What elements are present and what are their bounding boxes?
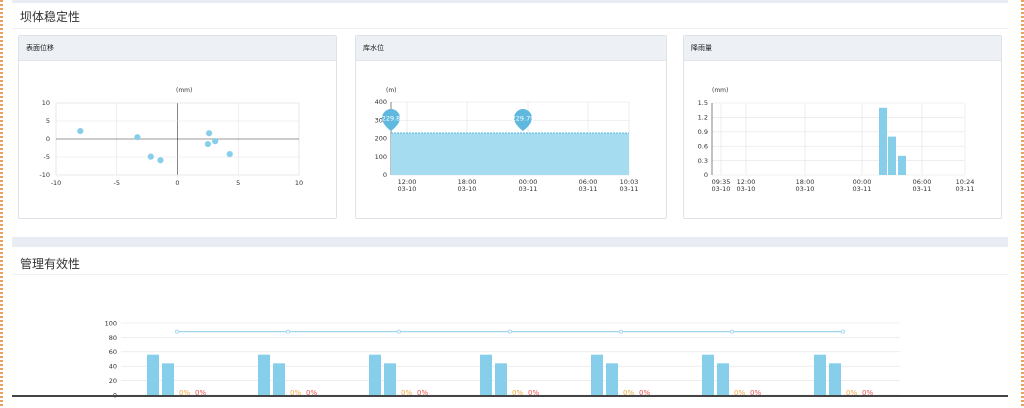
water-marker-label: 229.8: [382, 115, 401, 123]
mgmt-line-point[interactable]: [174, 329, 179, 334]
disp-point[interactable]: [226, 151, 233, 158]
management-chart: 100806040200 0%0%0%0%0%0%0%0%0%0%0%0%0%0…: [105, 319, 900, 399]
disp-point[interactable]: [205, 130, 213, 137]
mgmt-bar-series1[interactable]: [147, 354, 159, 395]
card-rainfall: 降雨量 (mm) 1.5 1.2 0.9 0.6 0.3 0 09:35 03-10 12:0…: [683, 35, 1002, 219]
mgmt-bar-series1[interactable]: [258, 354, 270, 395]
mgmt-ytick-label: 20: [109, 377, 117, 385]
mgmt-bar-series2[interactable]: [273, 363, 285, 395]
disp-point[interactable]: [134, 134, 141, 141]
disp-xtick-label: -5: [114, 179, 120, 187]
section-band-2: [12, 237, 1008, 247]
mgmt-line-point[interactable]: [841, 329, 846, 334]
water-ytick-label: 0: [383, 171, 387, 179]
water-ytick-label: 400: [375, 98, 387, 106]
rainfall-chart: (mm) 1.51.20.90.60.30 09:3503-1012:0003-…: [698, 87, 975, 193]
mgmt-bar-series2[interactable]: [162, 363, 174, 395]
card-title-rain: 降雨量: [684, 36, 1001, 61]
disp-point[interactable]: [157, 157, 164, 164]
water-xtick-date: 03-11: [519, 185, 538, 193]
displacement-chart: (mm) 10 5 0 -5 -10 -10 -5 0 5 10: [39, 87, 303, 187]
mgmt-bar-series2[interactable]: [717, 363, 729, 395]
card-title-water: 库水位: [356, 36, 666, 61]
section-title-management: 管理有效性: [20, 257, 81, 271]
disp-xtick-label: 10: [295, 179, 303, 187]
disp-ytick-label: 0: [46, 135, 50, 143]
rain-bar[interactable]: [888, 136, 896, 175]
disp-xtick-label: 0: [175, 179, 179, 187]
rain-xtick-date: 03-10: [796, 185, 815, 193]
mgmt-line-point[interactable]: [285, 329, 290, 334]
disp-point[interactable]: [147, 153, 154, 160]
water-unit: (m): [386, 87, 397, 94]
rain-xtick-date: 03-10: [737, 185, 756, 193]
water-level-chart: (m) 4003002001000 12:0003-1018:0003-1000…: [375, 87, 639, 193]
mgmt-ytick-label: 60: [109, 348, 117, 356]
mgmt-line-point[interactable]: [619, 329, 624, 334]
disp-ytick-label: 10: [42, 99, 50, 107]
rain-xtick-date: 03-11: [956, 185, 975, 193]
disp-point[interactable]: [204, 140, 211, 148]
displacement-unit: (mm): [176, 87, 192, 94]
water-xtick-date: 03-10: [458, 185, 477, 193]
mgmt-line-point[interactable]: [730, 329, 735, 334]
water-ytick-label: 100: [375, 153, 387, 161]
mgmt-bar-series1[interactable]: [369, 354, 381, 395]
card-surface-displacement: 表面位移 (mm) 10 5 0 -5 -10 -10 -5 0 5 10: [18, 35, 337, 219]
disp-point[interactable]: [77, 127, 84, 135]
disp-ytick-label: 5: [46, 117, 50, 125]
mgmt-bar-series2[interactable]: [495, 363, 507, 395]
bottom-baseline: [12, 395, 1008, 397]
rain-ytick-label: 0.6: [698, 142, 708, 150]
mgmt-bar-series1[interactable]: [480, 354, 492, 395]
water-area-fill: [391, 133, 629, 175]
mgmt-ytick-label: 80: [109, 334, 117, 342]
section-divider: [12, 28, 1008, 29]
mgmt-bar-series1[interactable]: [591, 354, 603, 395]
water-xtick-date: 03-10: [398, 185, 417, 193]
card-title-displacement: 表面位移: [19, 36, 336, 61]
rain-ytick-label: 1.2: [698, 114, 708, 122]
disp-point[interactable]: [212, 138, 219, 145]
rain-bar[interactable]: [898, 155, 906, 175]
water-xtick-date: 03-11: [579, 185, 598, 193]
rain-ytick-label: 0.9: [698, 128, 708, 136]
mgmt-bar-series2[interactable]: [384, 363, 396, 395]
rain-xtick-date: 03-11: [853, 185, 872, 193]
rain-ytick-label: 1.5: [698, 99, 708, 107]
rain-ytick-label: 0.3: [698, 157, 708, 165]
section-title-stability: 坝体稳定性: [20, 10, 81, 24]
section-top-band: [12, 0, 1008, 3]
mgmt-line-point[interactable]: [396, 329, 401, 334]
rain-xtick-date: 03-11: [913, 185, 932, 193]
mgmt-bar-series1[interactable]: [814, 354, 826, 395]
rain-ytick-label: 0: [704, 171, 708, 179]
rain-unit: (mm): [712, 87, 728, 94]
rain-bar[interactable]: [879, 107, 887, 175]
mgmt-bar-series1[interactable]: [702, 354, 714, 395]
mgmt-ytick-label: 100: [105, 319, 117, 327]
mgmt-bar-series2[interactable]: [606, 363, 618, 395]
water-ytick-label: 200: [375, 135, 387, 143]
section-divider-2: [12, 274, 1008, 275]
disp-xtick-label: -10: [51, 179, 62, 187]
mgmt-ytick-label: 40: [109, 363, 117, 371]
mgmt-bar-series2[interactable]: [829, 363, 841, 395]
disp-ytick-label: -10: [39, 171, 50, 179]
disp-xtick-label: 5: [236, 179, 240, 187]
rain-xtick-date: 03-10: [712, 185, 731, 193]
water-xtick-date: 03-11: [620, 185, 639, 193]
water-marker-label: 229.79: [512, 115, 535, 123]
disp-ytick-label: -5: [44, 153, 50, 161]
mgmt-line-point[interactable]: [507, 329, 512, 334]
card-water-level: 库水位 (m) 400 300 200 100 0 12:00 03-10 18:00 03-…: [355, 35, 667, 219]
